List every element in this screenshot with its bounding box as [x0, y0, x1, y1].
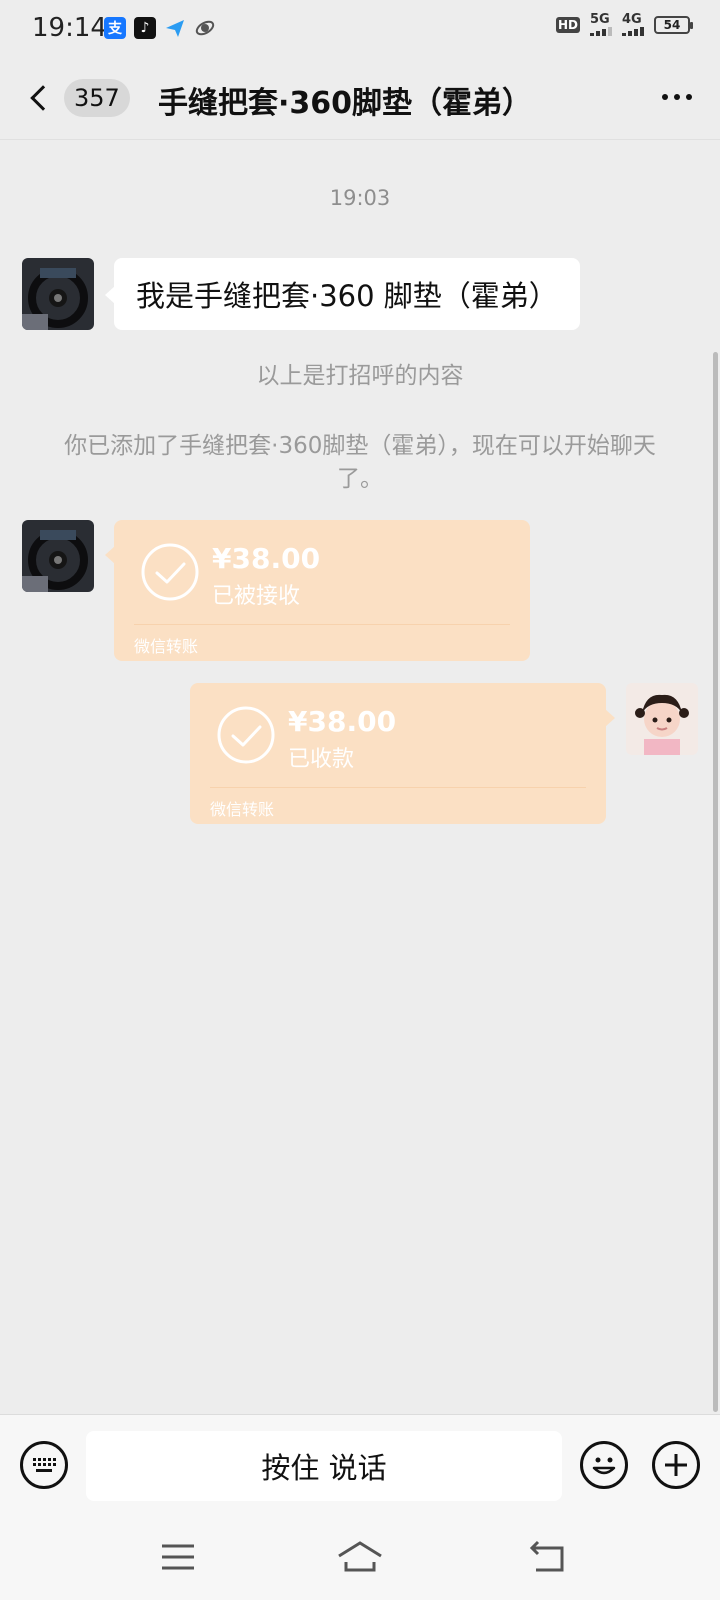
- back-button[interactable]: 357: [24, 78, 134, 118]
- transfer-status: 已被接收: [212, 584, 301, 609]
- contact-avatar[interactable]: [22, 520, 94, 592]
- check-circle-icon: [141, 543, 199, 601]
- plus-icon[interactable]: [652, 1441, 700, 1489]
- back-nav-icon[interactable]: [528, 1540, 568, 1574]
- transfer-label: 微信转账: [134, 637, 199, 656]
- menu-icon[interactable]: [160, 1542, 196, 1572]
- transfer-card-collected[interactable]: ¥38.00 已收款 微信转账: [190, 683, 615, 824]
- home-icon[interactable]: [336, 1540, 384, 1574]
- status-time: 19:14: [32, 13, 107, 43]
- signal-5g: 5G: [590, 13, 612, 36]
- chat-header: 357 手缝把套·360脚垫（霍弟）: [0, 56, 720, 140]
- hd-badge: HD: [555, 17, 580, 33]
- scrollbar[interactable]: [713, 352, 718, 1412]
- signal-4g: 4G: [622, 13, 644, 36]
- system-nav-bar: [0, 1520, 720, 1600]
- transfer-amount: ¥38.00: [288, 705, 397, 738]
- message-timestamp: 19:03: [329, 186, 391, 210]
- divider: [134, 624, 510, 625]
- signal-bars-icon: [622, 26, 644, 36]
- emoji-icon[interactable]: [580, 1441, 628, 1489]
- transfer-status: 已收款: [288, 747, 355, 772]
- transfer-card-received[interactable]: ¥38.00 已被接收 微信转账: [105, 520, 530, 661]
- contact-avatar[interactable]: [22, 258, 94, 330]
- message-text: 我是手缝把套·360 脚垫（霍弟）: [136, 279, 558, 313]
- transfer-amount: ¥38.00: [212, 542, 321, 575]
- status-bar: 19:14 支 ♪ HD 5G 4G 54: [0, 0, 720, 56]
- divider: [210, 787, 586, 788]
- status-app-icons: 支 ♪: [104, 17, 216, 39]
- transfer-label: 微信转账: [210, 800, 275, 819]
- alipay-icon: 支: [104, 17, 126, 39]
- unread-count-badge: 357: [64, 79, 130, 117]
- my-avatar[interactable]: [626, 683, 698, 755]
- hold-to-talk-button[interactable]: 按住 说话: [86, 1431, 562, 1501]
- douyin-icon: ♪: [134, 17, 156, 39]
- signal-bars-icon: [590, 26, 612, 36]
- send-icon: [164, 17, 186, 39]
- system-note-added: 你已添加了手缝把套·360脚垫（霍弟），现在可以开始聊天了。: [64, 433, 656, 492]
- system-note-greeting: 以上是打招呼的内容: [256, 363, 464, 389]
- chat-title: 手缝把套·360脚垫（霍弟）: [158, 86, 533, 121]
- check-circle-icon: [217, 706, 275, 764]
- status-indicators: HD 5G 4G 54: [555, 13, 693, 36]
- more-icon[interactable]: [662, 94, 692, 100]
- planet-icon: [194, 17, 216, 39]
- input-bar: 按住 说话: [0, 1414, 720, 1520]
- battery-icon: 54: [654, 16, 693, 34]
- keyboard-icon[interactable]: [20, 1441, 68, 1489]
- chevron-left-icon: [30, 85, 56, 111]
- greeting-message-bubble[interactable]: 我是手缝把套·360 脚垫（霍弟）: [105, 258, 580, 330]
